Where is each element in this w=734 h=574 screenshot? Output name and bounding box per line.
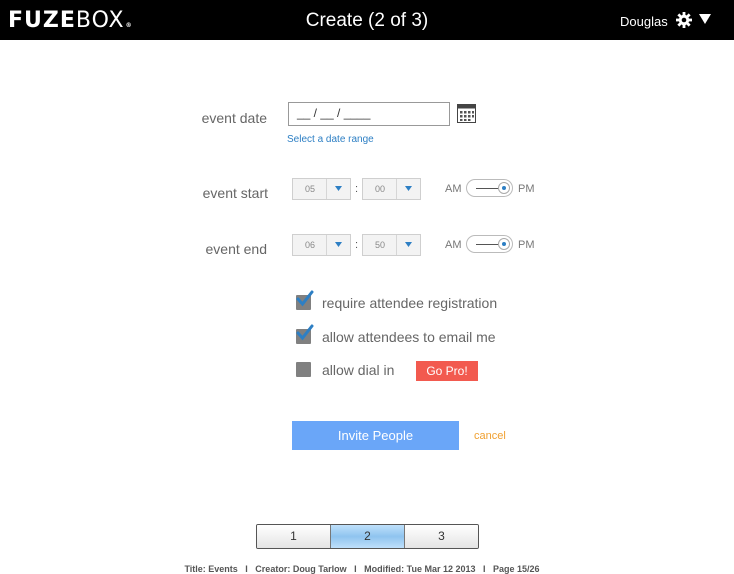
pager-page-1[interactable]: 1 xyxy=(257,525,330,548)
pager-page-3[interactable]: 3 xyxy=(404,525,478,548)
require-registration-label: require attendee registration xyxy=(322,295,498,311)
allow-email-checkbox[interactable] xyxy=(296,324,314,344)
event-end-label: event end xyxy=(205,241,268,257)
start-minute-value: 00 xyxy=(374,184,385,194)
caret-down-icon[interactable] xyxy=(699,12,711,26)
start-pm-label: PM xyxy=(518,183,535,195)
chevron-down-icon xyxy=(326,235,350,255)
end-am-label: AM xyxy=(445,239,462,251)
top-bar: FUZE BOX ® Create (2 of 3) Douglas xyxy=(0,0,734,40)
user-name[interactable]: Douglas xyxy=(620,14,668,29)
event-date-label: event date xyxy=(201,110,267,126)
invite-people-button[interactable]: Invite People xyxy=(292,421,459,450)
toggle-knob xyxy=(498,238,510,250)
end-time-separator: : xyxy=(355,239,359,251)
start-am-label: AM xyxy=(445,183,462,195)
toggle-knob xyxy=(498,182,510,194)
start-minute-select[interactable]: 00 xyxy=(362,178,421,200)
calendar-icon[interactable] xyxy=(457,104,476,123)
gear-icon[interactable] xyxy=(676,12,692,28)
end-pm-label: PM xyxy=(518,239,535,251)
start-hour-value: 05 xyxy=(304,184,315,194)
end-ampm-toggle[interactable] xyxy=(466,235,513,253)
chevron-down-icon xyxy=(326,179,350,199)
start-hour-select[interactable]: 05 xyxy=(292,178,351,200)
chevron-down-icon xyxy=(396,235,420,255)
event-start-label: event start xyxy=(202,185,268,201)
cancel-link[interactable]: cancel xyxy=(474,430,506,442)
checkmark-icon xyxy=(296,324,314,341)
footer-metadata: Title: Events I Creator: Doug Tarlow I M… xyxy=(184,564,540,574)
end-hour-value: 06 xyxy=(304,240,315,250)
pager-page-2[interactable]: 2 xyxy=(330,525,404,548)
allow-email-label: allow attendees to email me xyxy=(322,329,496,345)
event-date-input[interactable]: __ / __ / ____ xyxy=(288,102,450,126)
end-minute-select[interactable]: 50 xyxy=(362,234,421,256)
end-hour-select[interactable]: 06 xyxy=(292,234,351,256)
go-pro-button[interactable]: Go Pro! xyxy=(416,361,478,381)
step-pager: 1 2 3 xyxy=(256,524,479,549)
end-minute-value: 50 xyxy=(374,240,385,250)
start-ampm-toggle[interactable] xyxy=(466,179,513,197)
select-date-range-link[interactable]: Select a date range xyxy=(287,134,374,145)
start-time-separator: : xyxy=(355,183,359,195)
allow-dial-in-checkbox[interactable] xyxy=(296,362,311,377)
require-registration-checkbox[interactable] xyxy=(296,290,314,310)
checkmark-icon xyxy=(296,290,314,307)
allow-dial-in-label: allow dial in xyxy=(322,362,395,378)
chevron-down-icon xyxy=(396,179,420,199)
